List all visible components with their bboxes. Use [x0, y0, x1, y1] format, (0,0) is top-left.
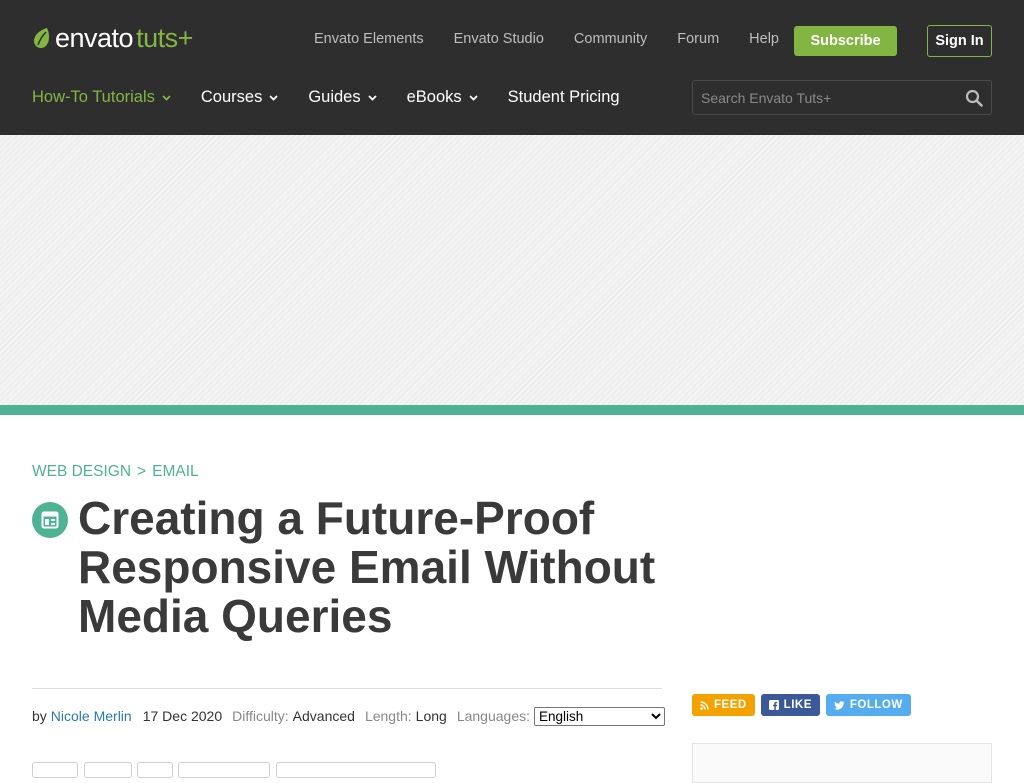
main-nav: How-To Tutorials Courses Guides eBooks S…: [32, 88, 650, 107]
rss-icon: [700, 700, 709, 710]
chevron-down-icon: [469, 94, 478, 101]
length-value: Long: [415, 708, 447, 724]
share-button[interactable]: [276, 762, 436, 778]
article-meta: by Nicole Merlin 17 Dec 2020 Difficulty:…: [32, 706, 666, 726]
feed-label: FEED: [714, 699, 747, 711]
top-link-envato-elements[interactable]: Envato Elements: [314, 31, 424, 47]
like-label: LIKE: [783, 699, 812, 711]
follow-label: FOLLOW: [849, 699, 903, 711]
envato-tuts-logo[interactable]: envato tuts+: [32, 22, 193, 54]
language-select[interactable]: English: [534, 706, 666, 726]
nav-label: Guides: [308, 88, 361, 106]
like-button[interactable]: LIKE: [760, 694, 820, 716]
share-button[interactable]: [32, 762, 78, 778]
nav-label: eBooks: [406, 88, 462, 106]
nav-label: Student Pricing: [507, 88, 620, 106]
ad-banner-placeholder: [0, 135, 1024, 405]
sign-in-button[interactable]: Sign In: [927, 25, 992, 57]
nav-label: Courses: [200, 88, 263, 106]
breadcrumb: WEB DESIGN > EMAIL: [32, 463, 199, 481]
breadcrumb-separator: >: [137, 463, 147, 480]
top-link-envato-studio[interactable]: Envato Studio: [454, 31, 544, 47]
sidebar-widget: [692, 743, 992, 783]
nav-label: How-To Tutorials: [32, 88, 155, 106]
chevron-down-icon: [367, 94, 377, 101]
author-link[interactable]: Nicole Merlin: [51, 708, 132, 724]
difficulty-label: Difficulty:: [232, 708, 289, 724]
follow-button[interactable]: FOLLOW: [825, 694, 911, 716]
nav-guides[interactable]: Guides: [308, 88, 377, 107]
category-accent-bar: [0, 405, 1024, 415]
nav-how-to-tutorials[interactable]: How-To Tutorials: [32, 88, 171, 107]
share-button[interactable]: [137, 762, 173, 778]
chevron-down-icon: [269, 94, 278, 101]
nav-ebooks[interactable]: eBooks: [407, 88, 478, 107]
article-title: Creating a Future-Proof Responsive Email…: [78, 492, 656, 642]
difficulty-value: Advanced: [292, 708, 355, 724]
top-link-community[interactable]: Community: [574, 31, 647, 47]
subscribe-button[interactable]: Subscribe: [794, 26, 897, 56]
search-input[interactable]: [693, 81, 951, 114]
share-button[interactable]: [84, 762, 132, 778]
chevron-down-icon: [162, 94, 171, 101]
meta-divider: [32, 688, 662, 689]
breadcrumb-email[interactable]: EMAIL: [152, 463, 199, 481]
share-button[interactable]: [178, 762, 270, 778]
social-buttons: FEED LIKE FOLLOW: [692, 694, 911, 716]
nav-courses[interactable]: Courses: [201, 88, 278, 107]
category-badge[interactable]: [32, 502, 68, 538]
top-nav: Envato Elements Envato Studio Community …: [314, 31, 779, 47]
logo-tuts-text: tuts+: [136, 22, 193, 53]
feed-button[interactable]: FEED: [692, 694, 755, 716]
by-label: by: [32, 708, 47, 724]
layout-icon: [41, 511, 59, 529]
search-icon[interactable]: [965, 89, 983, 107]
nav-student-pricing[interactable]: Student Pricing: [508, 88, 620, 107]
top-link-help[interactable]: Help: [749, 31, 779, 47]
length-label: Length:: [364, 708, 412, 724]
breadcrumb-web-design[interactable]: WEB DESIGN: [32, 463, 131, 481]
languages-label: Languages:: [456, 708, 531, 724]
publish-date: 17 Dec 2020: [142, 708, 223, 724]
logo-brand-text: envato: [55, 22, 134, 53]
search-box: [692, 80, 992, 115]
leaf-icon: [34, 28, 49, 48]
top-link-forum[interactable]: Forum: [677, 31, 719, 47]
twitter-icon: [834, 700, 845, 710]
facebook-icon: [768, 700, 779, 710]
site-header: envato tuts+ Envato Elements Envato Studi…: [0, 0, 1024, 135]
